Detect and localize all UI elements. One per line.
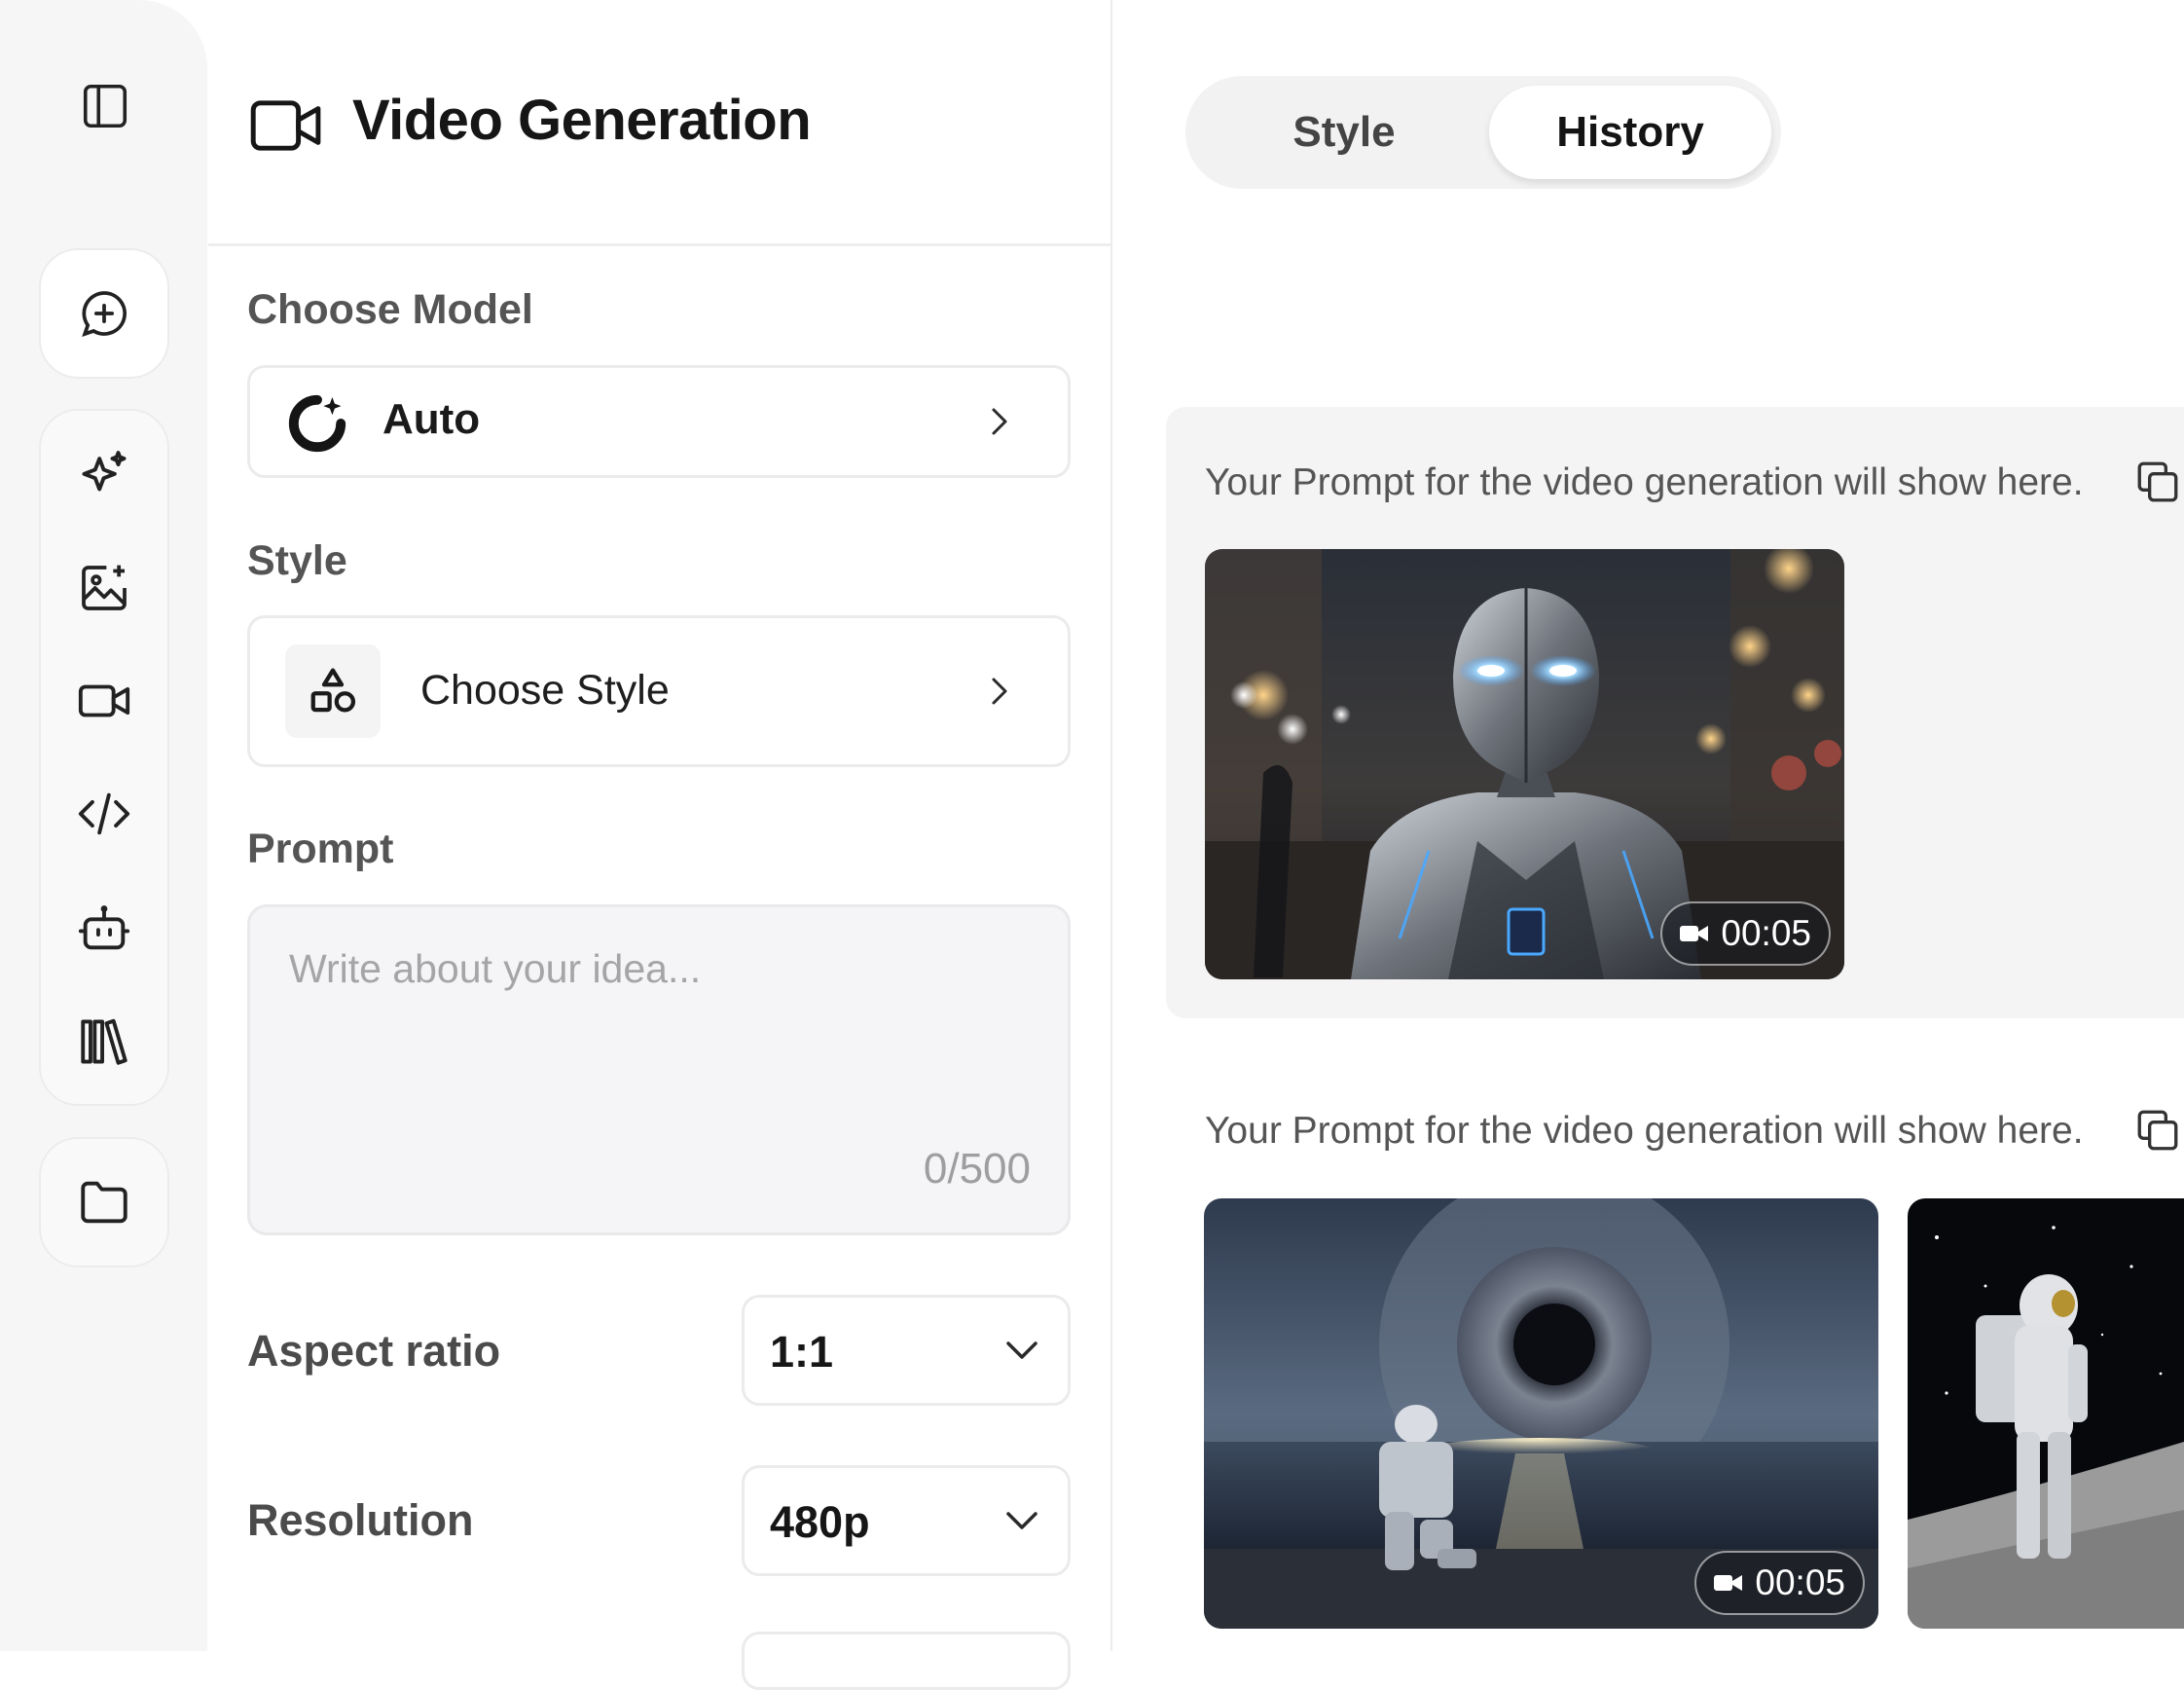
sidebar-toggle-button[interactable] — [73, 74, 137, 138]
video-thumbnail[interactable]: 00:05 — [1205, 549, 1844, 979]
aspect-ratio-label: Aspect ratio — [247, 1326, 501, 1376]
files-button[interactable] — [41, 1154, 167, 1251]
video-camera-icon — [1680, 926, 1709, 941]
resolution-label: Resolution — [247, 1495, 474, 1545]
resolution-value: 480p — [770, 1497, 870, 1547]
code-icon — [78, 792, 130, 835]
aspect-ratio-value: 1:1 — [770, 1327, 834, 1377]
new-chat-icon — [82, 291, 127, 337]
style-section-label: Style — [247, 537, 347, 584]
video-camera-icon — [1714, 1575, 1743, 1591]
auto-model-icon — [288, 394, 346, 453]
prompt-section-label: Prompt — [247, 826, 394, 872]
model-section-label: Choose Model — [247, 286, 533, 333]
style-icon-box — [285, 644, 381, 738]
video-camera-icon — [78, 684, 130, 717]
chevron-down-icon — [1006, 1512, 1037, 1529]
new-chat-button[interactable] — [41, 265, 167, 362]
sidebar-toggle-icon — [83, 84, 127, 129]
video-thumbnail[interactable] — [1908, 1198, 2184, 1629]
chevron-down-icon — [1006, 1341, 1037, 1359]
view-tabs: Style History — [1185, 76, 1781, 189]
prompt-placeholder: Write about your idea... — [289, 946, 702, 991]
chevron-right-icon — [992, 678, 1007, 705]
style-value: Choose Style — [420, 667, 670, 714]
icon-rail — [0, 0, 207, 1651]
image-generation-icon — [82, 565, 127, 610]
history-entry: Your Prompt for the video generation wil… — [1166, 407, 2184, 1018]
history-prompt-text: Your Prompt for the video generation wil… — [1205, 1110, 2084, 1152]
resolution-select[interactable]: 480p — [742, 1465, 1071, 1576]
video-duration-badge: 00:05 — [1694, 1551, 1865, 1615]
shapes-icon — [310, 668, 356, 713]
history-prompt-text: Your Prompt for the video generation wil… — [1205, 461, 2084, 503]
library-button[interactable] — [41, 993, 167, 1090]
next-setting-select[interactable] — [742, 1632, 1071, 1690]
sparkle-icon — [82, 451, 127, 492]
files-group — [39, 1137, 169, 1268]
new-chat-group — [39, 248, 169, 379]
model-selector[interactable]: Auto — [247, 365, 1071, 478]
tab-style[interactable]: Style — [1203, 86, 1485, 179]
astronaut-moon-scene — [1908, 1198, 2184, 1629]
aspect-ratio-select[interactable]: 1:1 — [742, 1295, 1071, 1406]
style-selector[interactable]: Choose Style — [247, 615, 1071, 767]
video-camera-icon — [250, 100, 321, 151]
assistant-button[interactable] — [41, 426, 167, 524]
model-value: Auto — [382, 395, 481, 443]
prompt-character-counter: 0/500 — [923, 1145, 1031, 1193]
prompt-input[interactable]: Write about your idea... 0/500 — [247, 904, 1071, 1235]
video-thumbnail[interactable]: 00:05 — [1204, 1198, 1878, 1629]
image-generation-button[interactable] — [41, 539, 167, 637]
video-duration: 00:05 — [1721, 913, 1811, 953]
chevron-right-icon — [992, 408, 1007, 435]
settings-panel: Video Generation Choose Model Auto Style… — [208, 0, 1112, 1690]
video-duration: 00:05 — [1755, 1562, 1845, 1602]
page-title: Video Generation — [352, 89, 812, 152]
robot-icon — [78, 905, 130, 950]
code-button[interactable] — [41, 765, 167, 863]
video-generation-button[interactable] — [41, 652, 167, 750]
panel-header: Video Generation — [208, 0, 1110, 246]
copy-icon[interactable] — [2133, 1106, 2182, 1155]
folder-icon — [81, 1181, 127, 1224]
library-icon — [81, 1018, 127, 1065]
video-duration-badge: 00:05 — [1660, 901, 1831, 966]
copy-icon[interactable] — [2133, 458, 2182, 506]
agents-button[interactable] — [41, 880, 167, 977]
tab-history[interactable]: History — [1489, 86, 1771, 179]
tools-group — [39, 409, 169, 1106]
